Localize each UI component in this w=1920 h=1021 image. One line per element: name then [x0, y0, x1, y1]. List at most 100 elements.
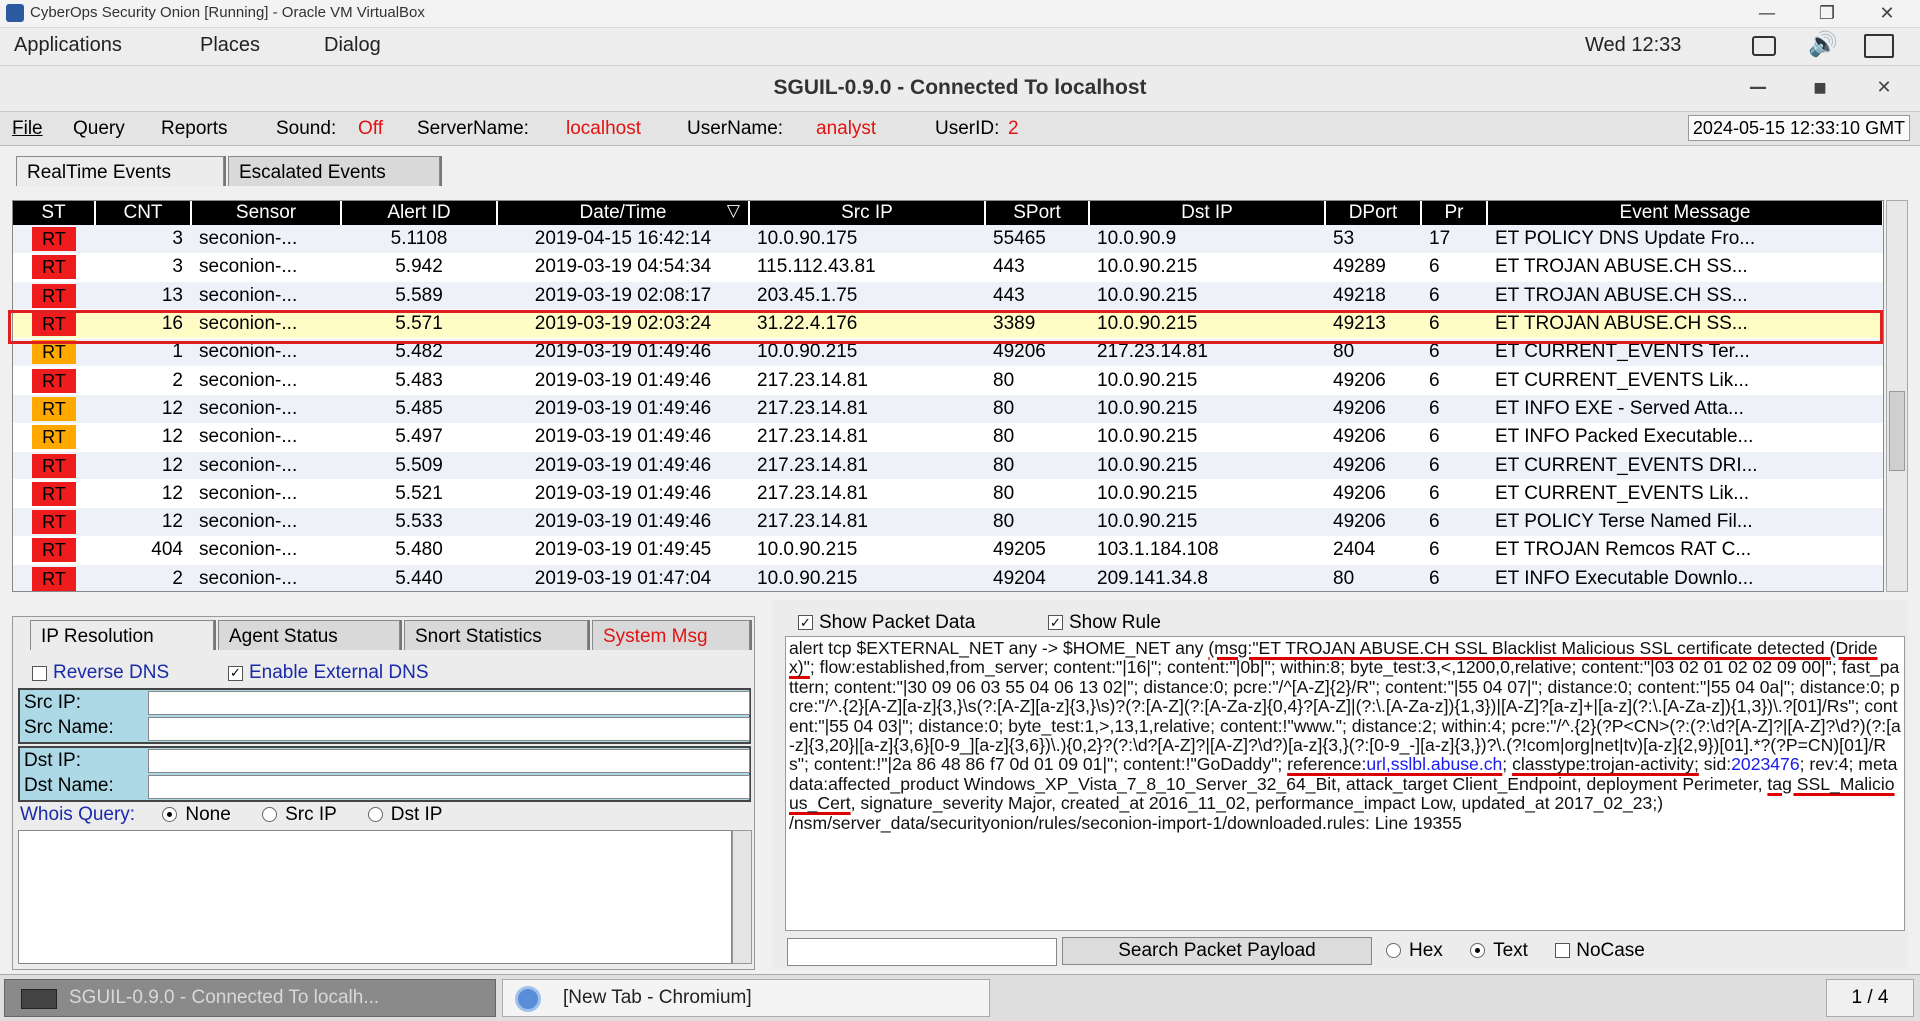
- event-row[interactable]: RT 3 seconion-... 5.942 2019-03-19 04:54:34 1…: [13, 253, 1883, 283]
- event-row[interactable]: RT 13 seconion-... 5.589 2019-03-19 02:08:17…: [13, 281, 1883, 311]
- whois-src-ip-option[interactable]: Src IP: [262, 804, 336, 825]
- rule-text-area[interactable]: alert tcp $EXTERNAL_NET any -> $HOME_NET…: [785, 636, 1905, 931]
- whois-src-ip-radio[interactable]: [262, 807, 278, 823]
- hex-option[interactable]: Hex: [1386, 940, 1443, 961]
- whois-none-option[interactable]: None: [162, 804, 231, 825]
- cell-event-message: ET CURRENT_EVENTS Ter...: [1487, 338, 1883, 367]
- event-row[interactable]: RT 12 seconion-... 5.497 2019-03-19 01:49:46…: [13, 423, 1883, 452]
- volume-icon[interactable]: 🔊: [1808, 30, 1838, 58]
- taskbar-item-sguil[interactable]: SGUIL-0.9.0 - Connected To localh...: [4, 979, 496, 1017]
- column-header-sport[interactable]: SPort: [985, 201, 1090, 225]
- event-row[interactable]: RT 3 seconion-... 5.1108 2019-04-15 16:42:14…: [13, 225, 1883, 254]
- query-menu[interactable]: Query: [73, 118, 125, 140]
- src-ip-field[interactable]: [148, 691, 750, 715]
- column-header-cnt[interactable]: CNT: [95, 201, 192, 225]
- src-ip-label: Src IP:: [24, 692, 82, 713]
- show-packet-data-option[interactable]: ✓ Show Packet Data: [798, 612, 975, 634]
- workspace-switcher[interactable]: 1 / 4: [1826, 979, 1914, 1017]
- show-rule-option[interactable]: ✓ Show Rule: [1048, 612, 1161, 634]
- dialog-menu[interactable]: Dialog: [324, 34, 381, 57]
- show-rule-checkbox[interactable]: ✓: [1048, 615, 1063, 631]
- search-packet-payload-button[interactable]: Search Packet Payload: [1062, 937, 1372, 965]
- event-row[interactable]: RT 404 seconion-... 5.480 2019-03-19 01:49:4…: [13, 536, 1883, 566]
- minimize-icon[interactable]: —: [1755, 2, 1779, 26]
- clock[interactable]: Wed 12:33: [1585, 34, 1681, 57]
- cell-dst-ip: 10.0.90.215: [1089, 423, 1325, 452]
- event-row[interactable]: RT 2 seconion-... 5.440 2019-03-19 01:47:04 1…: [13, 564, 1883, 591]
- reverse-dns-option[interactable]: Reverse DNS: [32, 662, 169, 684]
- places-menu[interactable]: Places: [200, 34, 260, 57]
- tab-agent-status[interactable]: Agent Status: [218, 620, 400, 650]
- screen-icon[interactable]: [1752, 36, 1776, 56]
- cell-dst-ip: 10.0.90.215: [1089, 507, 1325, 537]
- column-header-sensor[interactable]: Sensor: [191, 201, 342, 225]
- external-dns-option[interactable]: ✓ Enable External DNS: [228, 662, 429, 684]
- event-row[interactable]: RT 2 seconion-... 5.483 2019-03-19 01:49:46 2…: [13, 366, 1883, 396]
- whois-dst-ip-option[interactable]: Dst IP: [367, 804, 442, 825]
- column-header-pr[interactable]: Pr: [1421, 201, 1488, 225]
- cell-pr: 6: [1421, 281, 1487, 311]
- cell-src-ip: 217.23.14.81: [749, 507, 985, 537]
- cell-sensor: seconion-...: [191, 366, 341, 396]
- cell-date-time: 2019-04-15 16:42:14: [497, 225, 749, 254]
- restore-icon[interactable]: ❐: [1815, 2, 1839, 26]
- notification-icon[interactable]: [1864, 34, 1894, 58]
- cell-date-time: 2019-03-19 01:49:46: [497, 338, 749, 367]
- nocase-option[interactable]: NoCase: [1555, 940, 1645, 961]
- text-radio[interactable]: [1470, 943, 1486, 959]
- scrollbar-thumb[interactable]: [1889, 391, 1905, 471]
- packet-search-input[interactable]: [787, 938, 1057, 966]
- tab-escalated-events[interactable]: Escalated Events: [228, 156, 440, 186]
- whois-none-radio[interactable]: [162, 807, 178, 823]
- reverse-dns-checkbox[interactable]: [32, 665, 47, 681]
- text-option[interactable]: Text: [1470, 940, 1528, 961]
- cell-sensor: seconion-...: [191, 253, 341, 283]
- event-row[interactable]: RT 1 seconion-... 5.482 2019-03-19 01:49:46 1…: [13, 338, 1883, 367]
- whois-dst-ip-radio[interactable]: [367, 807, 383, 823]
- cell-st: RT: [13, 281, 95, 311]
- dst-ip-field[interactable]: [148, 749, 750, 773]
- cell-event-message: ET POLICY Terse Named Fil...: [1487, 507, 1883, 537]
- tab-snort-statistics[interactable]: Snort Statistics: [404, 620, 588, 650]
- event-row[interactable]: RT 12 seconion-... 5.509 2019-03-19 01:49:46…: [13, 451, 1883, 481]
- rule-file-path: /nsm/server_data/securityonion/rules/sec…: [789, 812, 1462, 833]
- reference-link[interactable]: url,sslbl.abuse.ch: [1366, 754, 1502, 774]
- cell-sport: 80: [985, 394, 1089, 424]
- sort-arrow-icon[interactable]: ▽: [727, 201, 740, 221]
- event-table-scrollbar[interactable]: [1886, 200, 1908, 592]
- dst-name-field[interactable]: [148, 775, 750, 799]
- show-packet-data-checkbox[interactable]: ✓: [798, 615, 813, 631]
- sid-link[interactable]: 2023476: [1731, 754, 1800, 774]
- sguil-close-icon[interactable]: ✕: [1872, 76, 1896, 100]
- external-dns-checkbox[interactable]: ✓: [228, 665, 243, 681]
- reports-menu[interactable]: Reports: [161, 118, 228, 140]
- whois-scrollbar[interactable]: [732, 830, 752, 964]
- column-header-src-ip[interactable]: Src IP: [749, 201, 986, 225]
- column-header-dst-ip[interactable]: Dst IP: [1089, 201, 1326, 225]
- event-row[interactable]: RT 12 seconion-... 5.485 2019-03-19 01:49:46…: [13, 394, 1883, 424]
- column-header-event-message[interactable]: Event Message: [1487, 201, 1883, 225]
- column-header-date-time[interactable]: Date/Time ▽: [497, 201, 750, 225]
- tab-realtime-events[interactable]: RealTime Events: [16, 156, 224, 186]
- tab-ip-resolution[interactable]: IP Resolution: [30, 620, 214, 650]
- taskbar-item-chromium[interactable]: [New Tab - Chromium]: [502, 979, 990, 1017]
- src-name-field[interactable]: [148, 717, 750, 741]
- nocase-checkbox[interactable]: [1555, 943, 1571, 959]
- column-header-dport[interactable]: DPort: [1325, 201, 1422, 225]
- event-row[interactable]: RT 12 seconion-... 5.521 2019-03-19 01:49:46…: [13, 479, 1883, 509]
- applications-menu[interactable]: Applications: [14, 34, 122, 57]
- column-header-alert-id[interactable]: Alert ID: [341, 201, 498, 225]
- whois-output-area[interactable]: [18, 830, 732, 964]
- sguil-minimize-icon[interactable]: —: [1746, 76, 1770, 100]
- cell-st: RT: [13, 479, 95, 509]
- column-header-st[interactable]: ST: [13, 201, 96, 225]
- tab-system-msg[interactable]: System Msg: [592, 620, 750, 650]
- hex-radio[interactable]: [1386, 943, 1401, 959]
- file-menu[interactable]: File: [12, 118, 43, 140]
- cell-sport: 49206: [985, 338, 1089, 367]
- cell-sensor: seconion-...: [191, 423, 341, 452]
- event-row[interactable]: RT 16 seconion-... 5.571 2019-03-19 02:03:24…: [13, 309, 1883, 339]
- sguil-maximize-icon[interactable]: ■: [1808, 76, 1832, 100]
- close-icon[interactable]: ✕: [1875, 2, 1899, 26]
- event-row[interactable]: RT 12 seconion-... 5.533 2019-03-19 01:49:46…: [13, 507, 1883, 537]
